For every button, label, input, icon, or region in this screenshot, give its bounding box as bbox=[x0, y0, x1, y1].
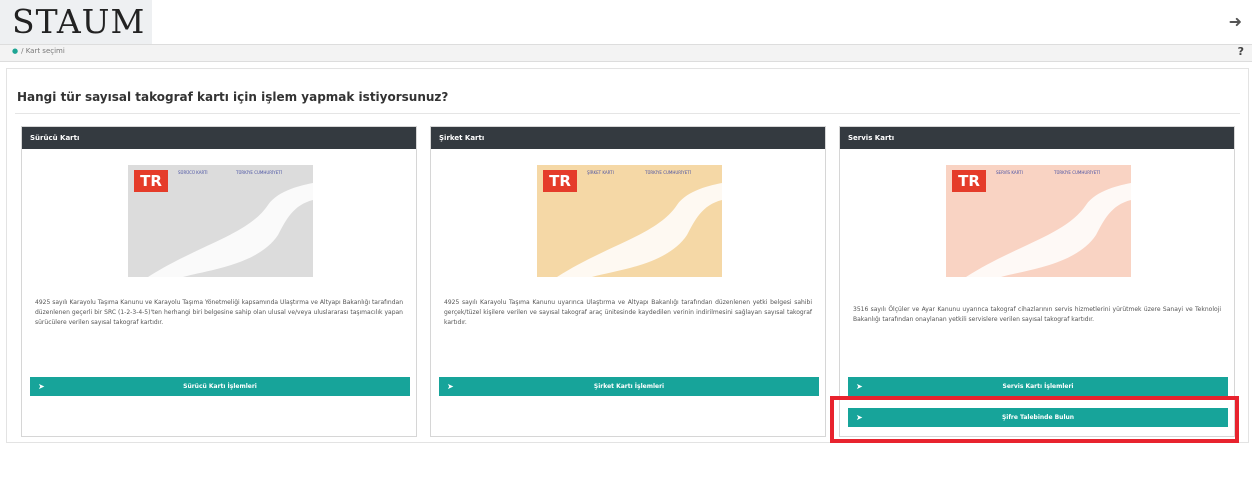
send-icon: ➤ bbox=[856, 382, 863, 391]
card-image-sirket: TR ŞİRKET KARTI TÜRKİYE CUMHURİYETİ bbox=[537, 165, 722, 277]
logo: STAUM bbox=[12, 2, 146, 41]
flag-badge: TR bbox=[543, 170, 577, 192]
home-icon[interactable]: ● bbox=[12, 47, 18, 55]
flag-badge: TR bbox=[134, 170, 168, 192]
divider bbox=[15, 113, 1240, 114]
card-label: ŞİRKET KARTI bbox=[587, 170, 614, 175]
sirket-karti-islemleri-button[interactable]: ➤ Şirket Kartı İşlemleri bbox=[439, 377, 819, 396]
card-country: TÜRKİYE CUMHURİYETİ bbox=[1054, 170, 1100, 175]
panel-surucu-karti: Sürücü Kartı TR SÜRÜCÜ KARTI TÜRKİYE CUM… bbox=[21, 126, 417, 437]
card-image-servis: TR SERVİS KARTI TÜRKİYE CUMHURİYETİ bbox=[946, 165, 1131, 277]
send-icon: ➤ bbox=[447, 382, 454, 391]
card-label: SÜRÜCÜ KARTI bbox=[178, 170, 208, 175]
highlight-box bbox=[830, 396, 1239, 443]
card-country: TÜRKİYE CUMHURİYETİ bbox=[236, 170, 282, 175]
card-image-surucu: TR SÜRÜCÜ KARTI TÜRKİYE CUMHURİYETİ bbox=[128, 165, 313, 277]
panel-description: 4925 sayılı Karayolu Taşıma Kanunu ve Ka… bbox=[35, 299, 403, 326]
send-icon: ➤ bbox=[38, 382, 45, 391]
main-content: Hangi tür sayısal takograf kartı için iş… bbox=[6, 68, 1249, 443]
card-label: SERVİS KARTI bbox=[996, 170, 1023, 175]
help-icon[interactable]: ? bbox=[1238, 45, 1244, 58]
surucu-karti-islemleri-button[interactable]: ➤ Sürücü Kartı İşlemleri bbox=[30, 377, 410, 396]
panel-sirket-karti: Şirket Kartı TR ŞİRKET KARTI TÜRKİYE CUM… bbox=[430, 126, 826, 437]
servis-karti-islemleri-button[interactable]: ➤ Servis Kartı İşlemleri bbox=[848, 377, 1228, 396]
breadcrumb: ● / Kart seçimi ? bbox=[0, 44, 1252, 62]
panel-title: Şirket Kartı bbox=[431, 127, 825, 149]
flag-badge: TR bbox=[952, 170, 986, 192]
panel-title: Servis Kartı bbox=[840, 127, 1234, 149]
page-question: Hangi tür sayısal takograf kartı için iş… bbox=[17, 90, 449, 104]
breadcrumb-current: / Kart seçimi bbox=[21, 47, 65, 55]
panel-description: 3516 sayılı Ölçüler ve Ayar Kanunu uyarı… bbox=[853, 306, 1221, 323]
panel-title: Sürücü Kartı bbox=[22, 127, 416, 149]
panel-servis-karti: Servis Kartı TR SERVİS KARTI TÜRKİYE CUM… bbox=[839, 126, 1235, 437]
sign-out-icon[interactable]: ➜ bbox=[1229, 12, 1242, 31]
logo-area: STAUM bbox=[0, 0, 152, 44]
card-country: TÜRKİYE CUMHURİYETİ bbox=[645, 170, 691, 175]
panel-description: 4925 sayılı Karayolu Taşıma Kanunu uyarı… bbox=[444, 299, 812, 326]
